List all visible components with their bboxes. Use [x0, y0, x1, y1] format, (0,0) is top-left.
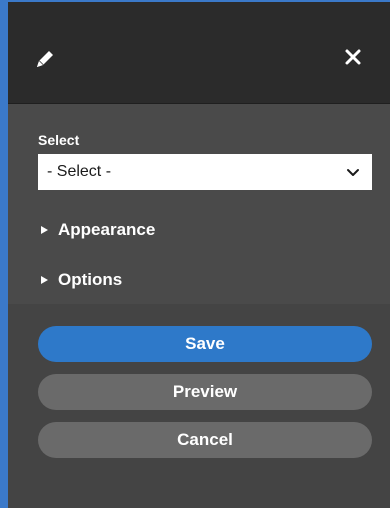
options-toggle[interactable]: Options [38, 270, 122, 290]
preview-button[interactable]: Preview [38, 374, 372, 410]
close-icon[interactable] [342, 46, 364, 68]
edit-panel: Select - Select - Appearance Options Sav… [0, 0, 390, 508]
select-label: Select [38, 132, 80, 148]
select-value: - Select - [47, 163, 112, 180]
appearance-label: Appearance [58, 220, 156, 239]
triangle-right-icon [38, 274, 50, 286]
panel-body: Select - Select - Appearance Options Sav… [8, 104, 390, 508]
pencil-icon [32, 46, 58, 72]
options-label: Options [58, 270, 123, 289]
select-dropdown[interactable]: - Select - [38, 154, 372, 190]
panel-header [8, 2, 390, 104]
settings-section: Select - Select - Appearance Options [8, 104, 390, 304]
cancel-button[interactable]: Cancel [38, 422, 372, 458]
appearance-toggle[interactable]: Appearance [38, 220, 155, 240]
chevron-down-icon [341, 160, 365, 184]
save-button[interactable]: Save [38, 326, 372, 362]
triangle-right-icon [38, 224, 50, 236]
